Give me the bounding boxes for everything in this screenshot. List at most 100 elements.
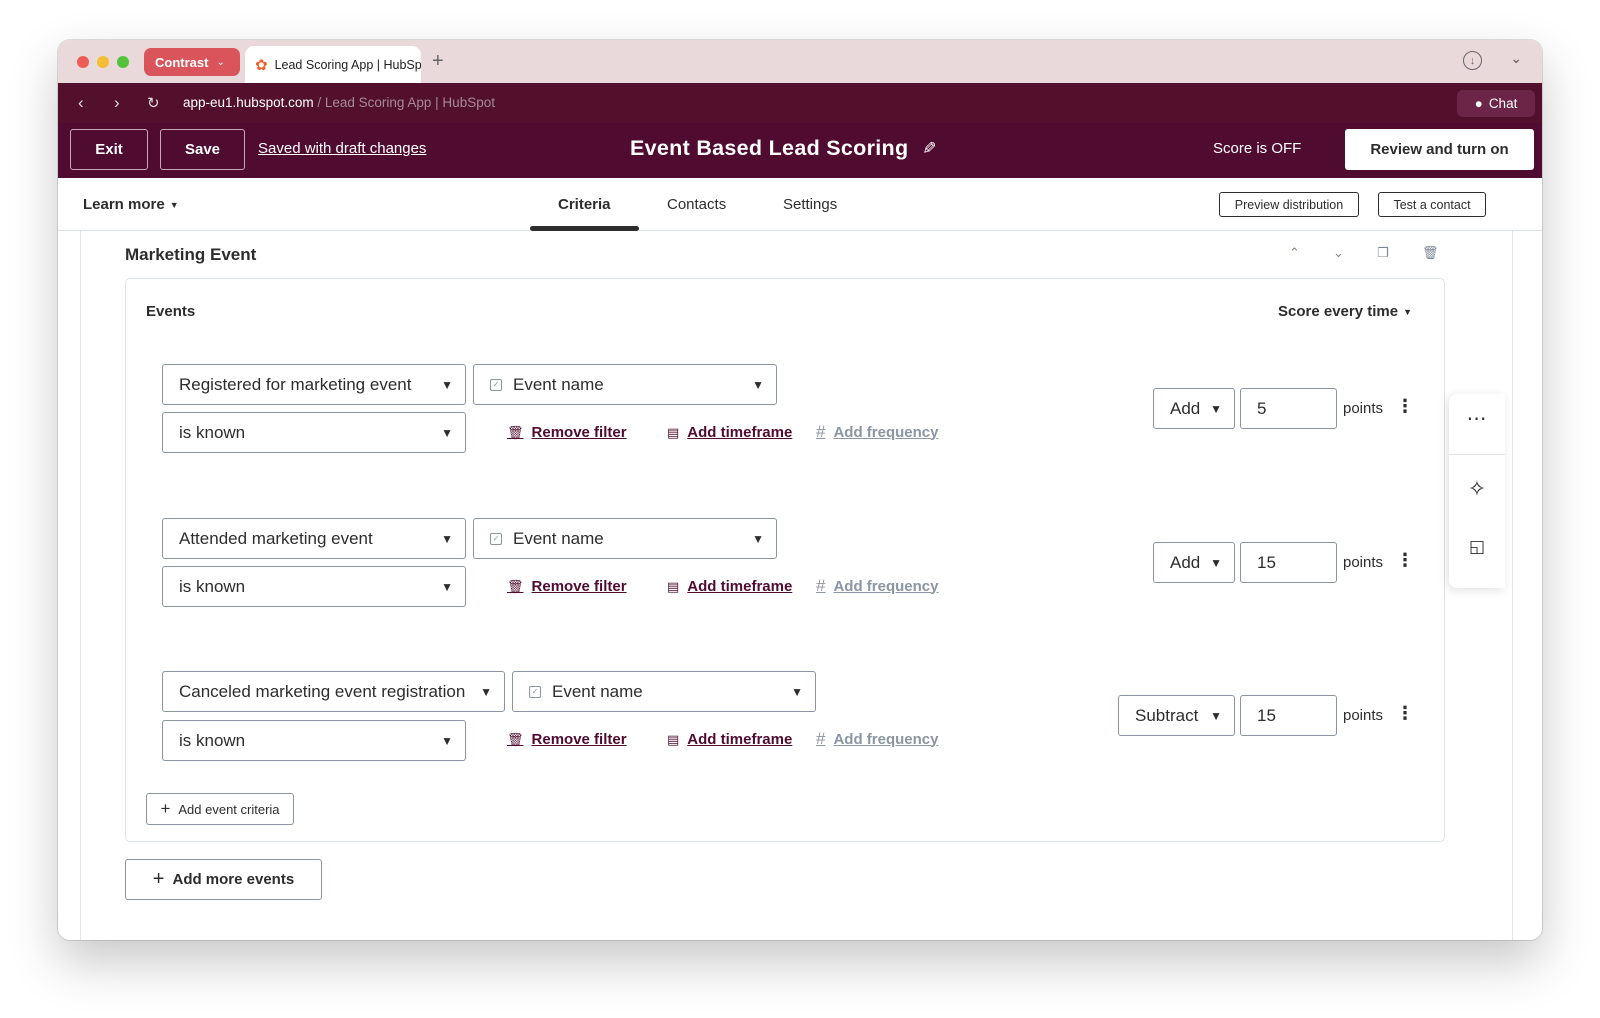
event-property-value: Event name bbox=[513, 374, 604, 394]
browser-tab[interactable]: ✿ Lead Scoring App | HubSpot bbox=[245, 46, 421, 83]
minimize-window-button[interactable] bbox=[97, 56, 109, 68]
forward-icon[interactable]: › bbox=[114, 93, 120, 113]
move-down-icon[interactable]: ⌄ bbox=[1333, 245, 1344, 261]
edit-pencil-icon[interactable]: ✎ bbox=[922, 139, 937, 159]
preview-distribution-button[interactable]: Preview distribution bbox=[1219, 192, 1359, 217]
operation-select[interactable]: Subtract ▼ bbox=[1118, 695, 1235, 736]
remove-filter-link[interactable]: 🗑 Remove filter bbox=[507, 424, 627, 441]
caret-down-icon: ▼ bbox=[441, 733, 453, 748]
tab-contacts[interactable]: Contacts bbox=[667, 196, 726, 213]
back-icon[interactable]: ‹ bbox=[78, 93, 84, 113]
add-event-criteria-label: Add event criteria bbox=[178, 801, 280, 817]
exit-button[interactable]: Exit bbox=[70, 129, 148, 170]
add-frequency-link[interactable]: # Add frequency bbox=[816, 422, 938, 442]
event-property-select[interactable]: ✓ Event name ▼ bbox=[512, 671, 816, 712]
main-content: Marketing Event ⌃ ⌄ ❐ 🗑 Events Score eve… bbox=[58, 231, 1542, 940]
plus-icon: + bbox=[152, 868, 165, 890]
hash-icon: # bbox=[816, 729, 826, 748]
remove-filter-link[interactable]: 🗑 Remove filter bbox=[507, 731, 627, 748]
comments-icon[interactable]: ◱ bbox=[1449, 537, 1505, 557]
draft-status-link[interactable]: Saved with draft changes bbox=[258, 140, 426, 157]
tab-criteria[interactable]: Criteria bbox=[558, 196, 611, 213]
caret-down-icon: ▼ bbox=[1210, 708, 1222, 723]
chat-button[interactable]: ● Chat bbox=[1457, 90, 1535, 117]
add-more-events-button[interactable]: + Add more events bbox=[125, 859, 322, 900]
event-type-select[interactable]: Registered for marketing event ▼ bbox=[162, 364, 466, 405]
operation-value: Add bbox=[1170, 552, 1201, 572]
more-options-icon[interactable]: ⋮ bbox=[1396, 396, 1414, 417]
operation-select[interactable]: Add ▼ bbox=[1153, 388, 1235, 429]
review-and-turn-on-button[interactable]: Review and turn on bbox=[1345, 129, 1534, 170]
learn-more-dropdown[interactable]: Learn more ▼ bbox=[83, 196, 179, 213]
event-property-value: Event name bbox=[513, 528, 604, 548]
remove-filter-label: Remove filter bbox=[531, 424, 627, 441]
trash-icon[interactable]: 🗑 bbox=[1422, 245, 1439, 261]
download-icon[interactable]: ↓ bbox=[1463, 51, 1482, 70]
calendar-icon: ▤ bbox=[667, 424, 680, 440]
condition-value: is known bbox=[179, 422, 246, 442]
tab-title: Lead Scoring App | HubSpot bbox=[274, 57, 421, 72]
new-tab-icon[interactable]: + bbox=[432, 50, 444, 73]
property-icon: ✓ bbox=[490, 532, 502, 545]
event-type-select[interactable]: Attended marketing event ▼ bbox=[162, 518, 466, 559]
save-button[interactable]: Save bbox=[160, 129, 245, 170]
tab-settings[interactable]: Settings bbox=[783, 196, 837, 213]
calendar-icon: ▤ bbox=[667, 731, 680, 747]
add-timeframe-label: Add timeframe bbox=[687, 424, 793, 441]
add-timeframe-link[interactable]: ▤ Add timeframe bbox=[667, 424, 792, 441]
apps-grid-icon[interactable]: ⋯ bbox=[1449, 406, 1505, 431]
app-header: Exit Save Saved with draft changes Event… bbox=[58, 123, 1542, 178]
add-timeframe-link[interactable]: ▤ Add timeframe bbox=[667, 731, 792, 748]
sub-navigation: Learn more ▼ Criteria Contacts Settings … bbox=[58, 178, 1542, 231]
events-label: Events bbox=[146, 303, 196, 320]
chevron-down-icon: ⌄ bbox=[216, 56, 225, 68]
close-window-button[interactable] bbox=[77, 56, 89, 68]
condition-select[interactable]: is known ▼ bbox=[162, 566, 466, 607]
points-input[interactable]: 15 bbox=[1240, 542, 1337, 583]
points-input[interactable]: 15 bbox=[1240, 695, 1337, 736]
condition-value: is known bbox=[179, 576, 246, 596]
event-type-select[interactable]: Canceled marketing event registration ▼ bbox=[162, 671, 505, 712]
caret-down-icon: ▼ bbox=[1403, 306, 1412, 317]
sparkle-icon[interactable]: ✧ bbox=[1449, 476, 1505, 502]
add-frequency-label: Add frequency bbox=[833, 423, 939, 441]
add-timeframe-link[interactable]: ▤ Add timeframe bbox=[667, 578, 792, 595]
tab-list-chevron-icon[interactable]: ⌄ bbox=[1510, 50, 1522, 67]
score-mode-label: Score every time bbox=[1278, 303, 1399, 320]
condition-select[interactable]: is known ▼ bbox=[162, 720, 466, 761]
chat-bubble-icon: ● bbox=[1474, 96, 1483, 111]
remove-filter-link[interactable]: 🗑 Remove filter bbox=[507, 578, 627, 595]
condition-select[interactable]: is known ▼ bbox=[162, 412, 466, 453]
url-field[interactable]: app-eu1.hubspot.com / Lead Scoring App |… bbox=[183, 95, 495, 110]
operation-select[interactable]: Add ▼ bbox=[1153, 542, 1235, 583]
more-options-icon[interactable]: ⋮ bbox=[1396, 550, 1414, 571]
add-frequency-link[interactable]: # Add frequency bbox=[816, 576, 938, 596]
plus-icon: + bbox=[160, 799, 171, 818]
maximize-window-button[interactable] bbox=[117, 56, 129, 68]
add-event-criteria-button[interactable]: + Add event criteria bbox=[146, 793, 294, 825]
condition-value: is known bbox=[179, 730, 246, 750]
test-a-contact-button[interactable]: Test a contact bbox=[1378, 192, 1486, 217]
calendar-icon: ▤ bbox=[667, 578, 680, 594]
event-property-value: Event name bbox=[552, 681, 643, 701]
caret-down-icon: ▼ bbox=[169, 199, 179, 210]
more-options-icon[interactable]: ⋮ bbox=[1396, 703, 1414, 724]
event-property-select[interactable]: ✓ Event name ▼ bbox=[473, 364, 777, 405]
caret-down-icon: ▼ bbox=[1210, 555, 1222, 570]
score-mode-dropdown[interactable]: Score every time ▼ bbox=[1278, 303, 1412, 320]
caret-down-icon: ▼ bbox=[480, 684, 492, 699]
events-card: Events Score every time ▼ Registered for… bbox=[125, 278, 1445, 842]
points-label: points bbox=[1343, 554, 1384, 571]
duplicate-icon[interactable]: ❐ bbox=[1377, 245, 1389, 261]
points-label: points bbox=[1343, 707, 1384, 724]
reload-icon[interactable]: ↻ bbox=[147, 94, 160, 112]
move-up-icon[interactable]: ⌃ bbox=[1289, 245, 1300, 261]
points-input[interactable]: 5 bbox=[1240, 388, 1337, 429]
profile-button[interactable]: Contrast ⌄ bbox=[144, 48, 240, 76]
trash-icon: 🗑 bbox=[507, 424, 524, 440]
event-property-select[interactable]: ✓ Event name ▼ bbox=[473, 518, 777, 559]
add-frequency-link[interactable]: # Add frequency bbox=[816, 729, 938, 749]
page-title-text: Event Based Lead Scoring bbox=[630, 136, 909, 160]
remove-filter-label: Remove filter bbox=[531, 578, 627, 595]
add-timeframe-label: Add timeframe bbox=[687, 731, 793, 748]
